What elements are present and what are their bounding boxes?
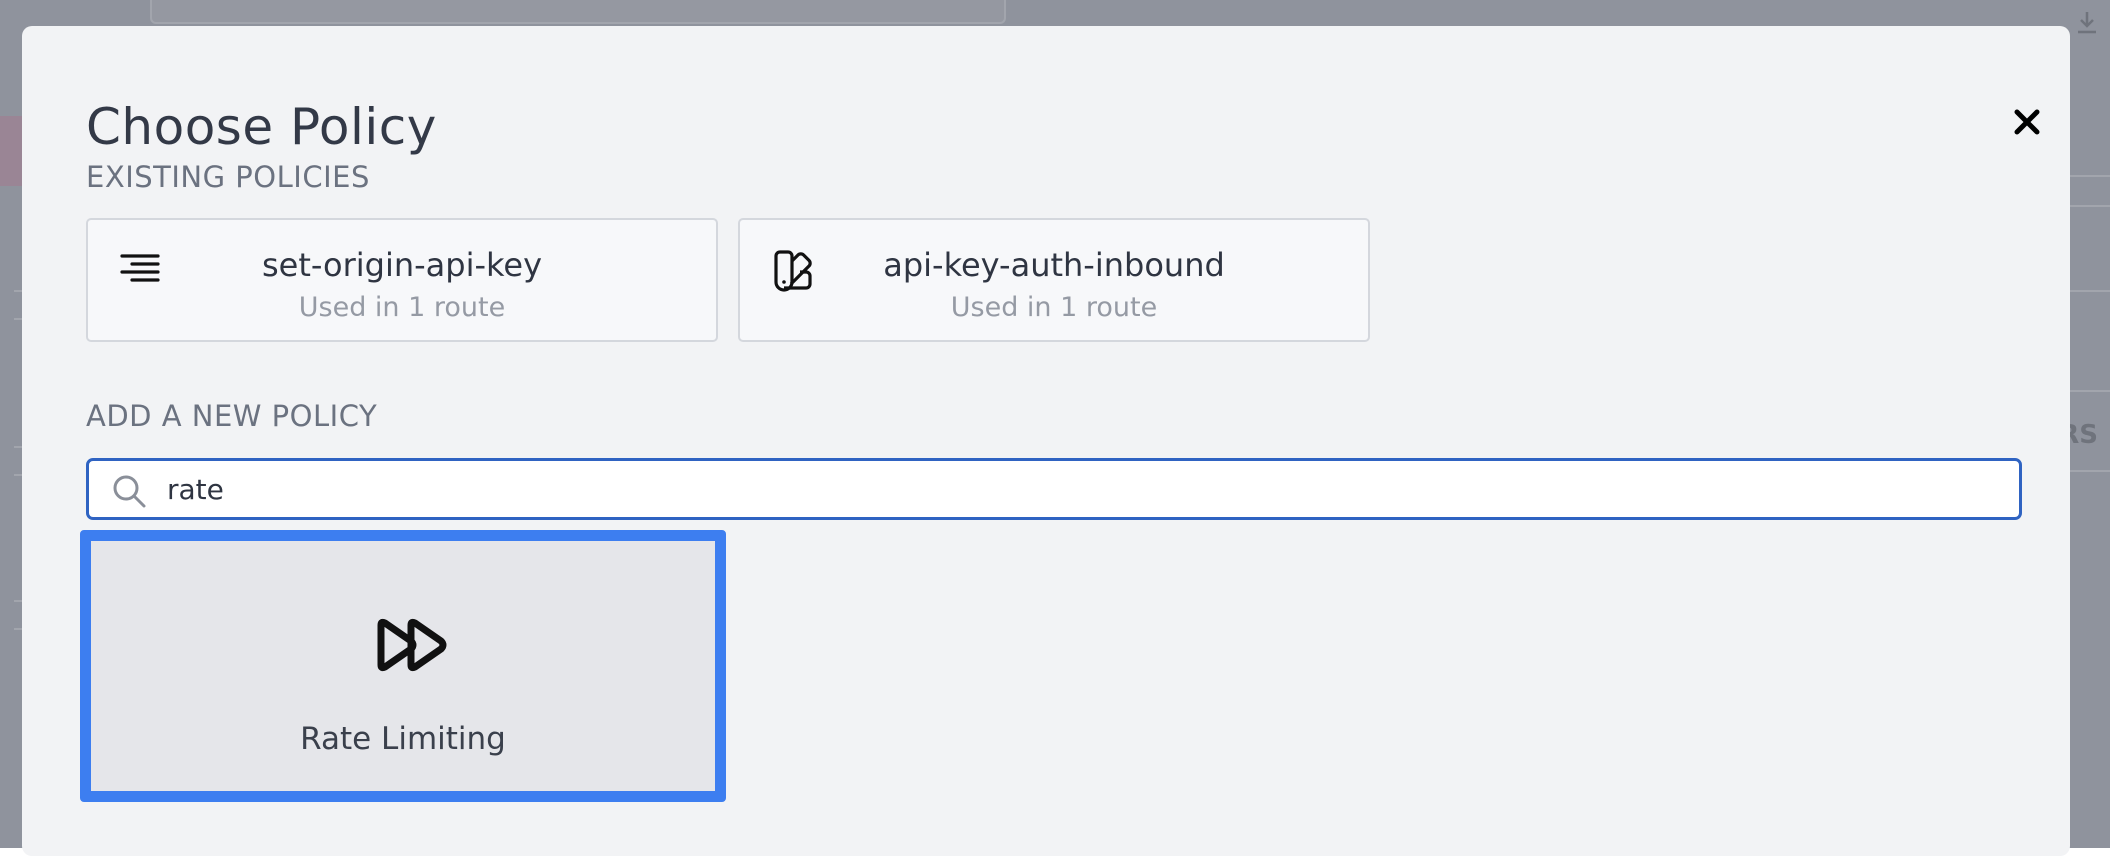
existing-policies-heading: EXISTING POLICIES bbox=[86, 160, 370, 194]
policy-card-set-origin-api-key[interactable]: set-origin-api-key Used in 1 route bbox=[86, 218, 718, 342]
policy-name: api-key-auth-inbound bbox=[883, 246, 1225, 284]
modal-title: Choose Policy bbox=[86, 98, 437, 156]
background-search-bar bbox=[150, 0, 1006, 24]
background-divider bbox=[2070, 290, 2110, 292]
background-divider bbox=[2070, 470, 2110, 472]
policy-option-label: Rate Limiting bbox=[300, 721, 506, 757]
close-button[interactable] bbox=[1992, 94, 2062, 150]
background-download-icon bbox=[2076, 10, 2098, 43]
policy-card-api-key-auth-inbound[interactable]: api-key-auth-inbound Used in 1 route bbox=[738, 218, 1370, 342]
background-divider bbox=[2070, 390, 2110, 392]
policy-usage: Used in 1 route bbox=[950, 292, 1158, 323]
add-new-policy-heading: ADD A NEW POLICY bbox=[86, 399, 378, 433]
policy-option-rate-limiting[interactable]: Rate Limiting bbox=[80, 530, 726, 802]
policy-search-field[interactable] bbox=[86, 458, 2022, 520]
background-divider bbox=[2070, 175, 2110, 177]
close-icon bbox=[2014, 109, 2040, 135]
fast-forward-icon bbox=[377, 618, 447, 672]
search-icon bbox=[113, 475, 146, 508]
policy-name: set-origin-api-key bbox=[261, 246, 543, 284]
background-divider bbox=[2070, 205, 2110, 207]
policy-usage: Used in 1 route bbox=[298, 292, 506, 323]
policy-search-input[interactable] bbox=[167, 467, 1987, 511]
